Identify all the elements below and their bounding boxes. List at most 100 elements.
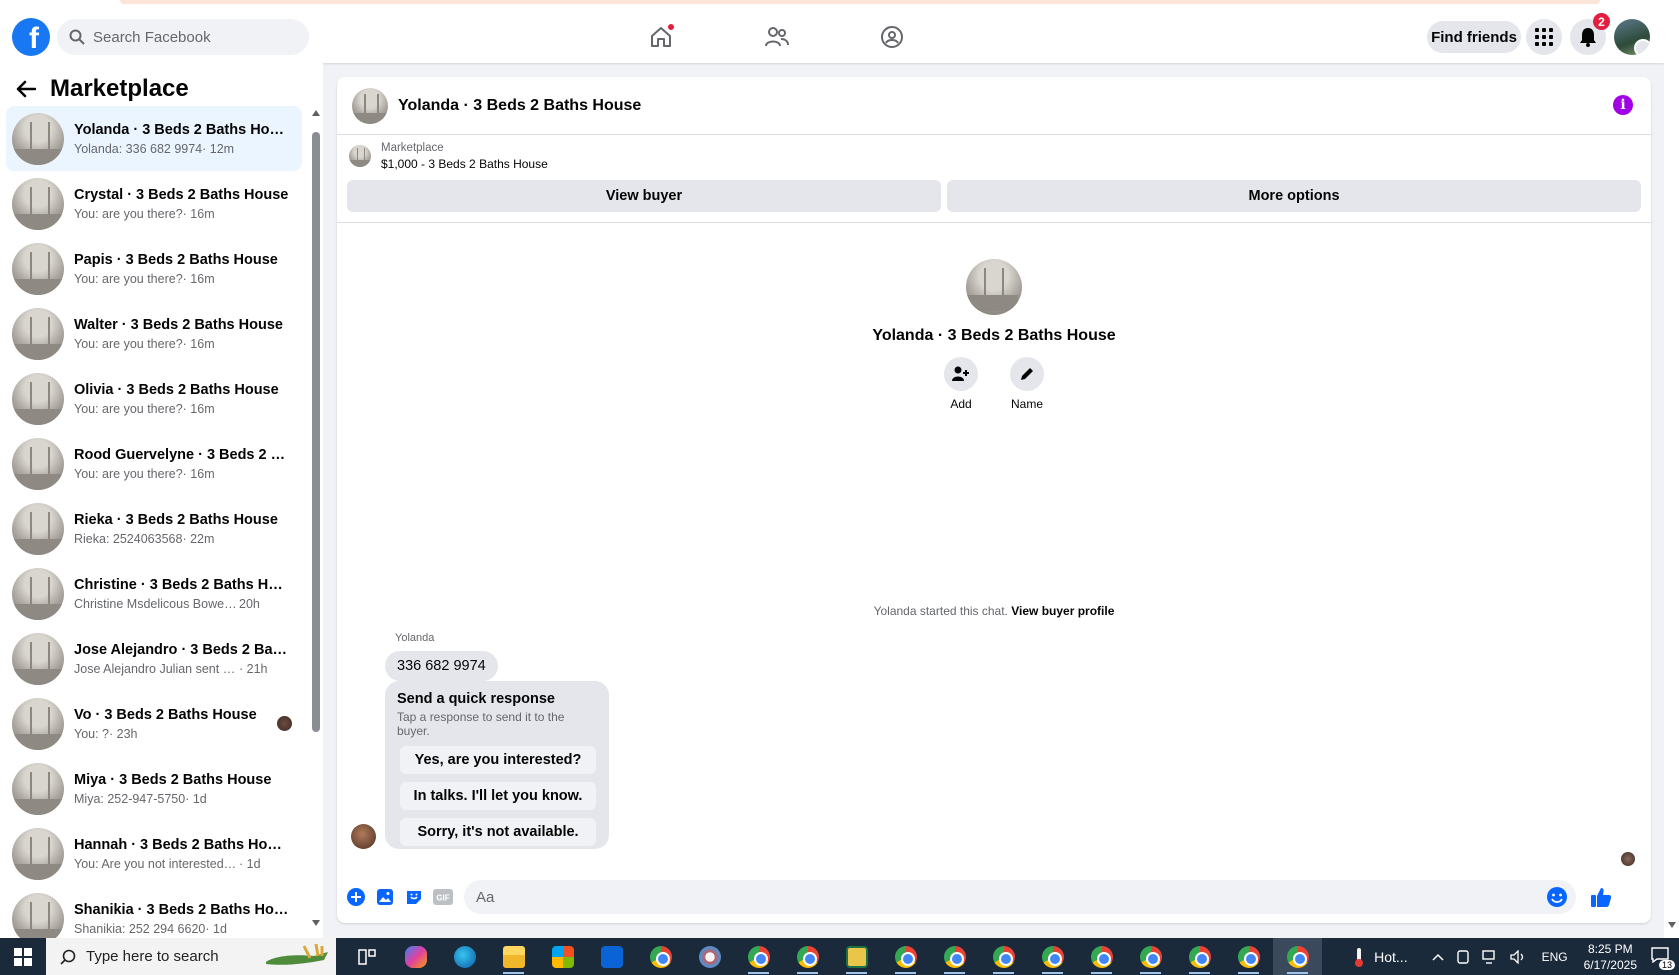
network-icon[interactable] xyxy=(1481,949,1498,964)
windows-start-icon[interactable] xyxy=(0,938,46,975)
chrome-profile-2-icon[interactable] xyxy=(783,938,832,975)
chrome-window-4-icon[interactable] xyxy=(1028,938,1077,975)
account-avatar[interactable] xyxy=(1614,19,1650,55)
thumbs-up-icon[interactable] xyxy=(1590,886,1612,908)
search-highlight-crocodile-icon xyxy=(266,944,328,965)
conversation-item[interactable]: Walter · 3 Beds 2 Baths House You: are yo… xyxy=(6,301,302,366)
outlook-icon[interactable] xyxy=(587,938,636,975)
windows-taskbar: Hot... ENG 8:25 PM 6/17/2025 13 xyxy=(0,938,1679,975)
plus-circle-icon[interactable] xyxy=(345,886,367,908)
conversation-item[interactable]: Rood Guervelyne · 3 Beds 2 Bat... You: ar… xyxy=(6,431,302,496)
clock[interactable]: 8:25 PM 6/17/2025 xyxy=(1584,941,1637,973)
scrollbar-thumb[interactable] xyxy=(312,132,320,732)
friends-icon[interactable] xyxy=(762,22,792,52)
chrome-window-6-icon[interactable] xyxy=(1126,938,1175,975)
listing-summary[interactable]: Marketplace $1,000 - 3 Beds 2 Baths Hous… xyxy=(349,142,548,171)
back-arrow-icon[interactable] xyxy=(16,80,36,98)
conversation-item[interactable]: Vo · 3 Beds 2 Baths House You: ? · 23h xyxy=(6,691,302,756)
conversation-name: Yolanda · 3 Beds 2 Baths House xyxy=(74,121,289,138)
scroll-up-arrow-icon[interactable] xyxy=(312,110,320,116)
volume-icon[interactable] xyxy=(1509,949,1526,964)
spreadsheet-icon[interactable] xyxy=(832,938,881,975)
conversation-item[interactable]: Rieka · 3 Beds 2 Baths House Rieka: 25240… xyxy=(6,496,302,561)
message-input[interactable] xyxy=(476,888,1476,906)
quick-reply-button[interactable]: In talks. I'll let you know. xyxy=(400,782,596,810)
chrome-window-5-icon[interactable] xyxy=(1077,938,1126,975)
find-friends-button[interactable]: Find friends xyxy=(1427,21,1521,53)
sender-avatar[interactable] xyxy=(351,824,376,849)
system-tray: Hot... ENG 8:25 PM 6/17/2025 13 xyxy=(1354,938,1679,975)
menu-grid-icon[interactable] xyxy=(1526,19,1562,55)
listing-small-thumbnail xyxy=(349,145,371,167)
conversation-item[interactable]: Jose Alejandro · 3 Beds 2 Baths ... Jose … xyxy=(6,626,302,691)
conversation-item[interactable]: Crystal · 3 Beds 2 Baths House You: are y… xyxy=(6,171,302,236)
taskbar-search-input[interactable] xyxy=(86,948,266,965)
facebook-header: f Find friends 2 xyxy=(0,10,1664,63)
language-indicator[interactable]: ENG xyxy=(1542,950,1568,964)
listing-thumbnail[interactable] xyxy=(352,87,388,124)
edit-name-button[interactable]: Name xyxy=(1009,357,1045,411)
edge-icon[interactable] xyxy=(440,938,489,975)
meet-now-icon[interactable] xyxy=(1456,949,1470,964)
conversation-item[interactable]: Miya · 3 Beds 2 Baths House Miya: 252-947… xyxy=(6,756,302,821)
microsoft-store-icon[interactable] xyxy=(538,938,587,975)
conversation-preview: You: ? xyxy=(74,726,109,741)
chrome-window-active-icon[interactable] xyxy=(1273,938,1322,975)
scroll-down-arrow-icon[interactable] xyxy=(312,920,320,926)
chat-started-text: Yolanda started this chat. xyxy=(873,604,1008,618)
taskbar-search-icon xyxy=(60,949,76,965)
search-input[interactable] xyxy=(93,28,293,46)
conversation-item[interactable]: Papis · 3 Beds 2 Baths House You: are you… xyxy=(6,236,302,301)
name-label: Name xyxy=(1010,397,1043,411)
paint-icon[interactable] xyxy=(685,938,734,975)
taskbar-search[interactable] xyxy=(46,938,336,975)
groups-icon[interactable] xyxy=(877,22,907,52)
conversation-item[interactable]: Olivia · 3 Beds 2 Baths House You: are yo… xyxy=(6,366,302,431)
conversation-item[interactable]: Christine · 3 Beds 2 Baths House Christin… xyxy=(6,561,302,626)
conversation-item[interactable]: Hannah · 3 Beds 2 Baths House You: Are yo… xyxy=(6,821,302,886)
chrome-icon[interactable] xyxy=(636,938,685,975)
task-view-icon[interactable] xyxy=(342,938,391,975)
conversation-scrollbar[interactable] xyxy=(311,108,321,928)
add-contact-button[interactable]: Add xyxy=(943,357,979,411)
chrome-profile-1-icon[interactable] xyxy=(734,938,783,975)
emoji-icon[interactable] xyxy=(1546,886,1568,908)
facebook-logo[interactable]: f xyxy=(12,18,50,56)
more-options-button[interactable]: More options xyxy=(947,180,1641,212)
info-icon[interactable]: i xyxy=(1613,95,1633,115)
conversation-preview: Jose Alejandro Julian sent you a ... xyxy=(74,661,239,676)
conversation-preview: Christine Msdelicous Bowers sent ... xyxy=(74,596,239,611)
conversation-thumbnail xyxy=(12,827,64,880)
weather-widget[interactable]: Hot... xyxy=(1354,947,1408,967)
page-scroll-down-icon[interactable] xyxy=(1668,922,1676,928)
chat-title[interactable]: Yolanda · 3 Beds 2 Baths House xyxy=(398,97,641,115)
message-input-box[interactable] xyxy=(464,880,1576,914)
search-box[interactable] xyxy=(57,19,309,55)
chrome-window-7-icon[interactable] xyxy=(1175,938,1224,975)
quick-reply-button[interactable]: Sorry, it's not available. xyxy=(400,818,596,846)
file-explorer-icon[interactable] xyxy=(489,938,538,975)
view-buyer-button[interactable]: View buyer xyxy=(347,180,941,212)
action-center-icon[interactable]: 13 xyxy=(1651,947,1675,970)
home-icon[interactable] xyxy=(646,22,676,52)
message-bubble[interactable]: 336 682 9974 xyxy=(385,651,498,681)
chevron-up-icon[interactable] xyxy=(1432,953,1444,961)
chrome-window-8-icon[interactable] xyxy=(1224,938,1273,975)
gif-icon[interactable]: GIF xyxy=(432,886,454,908)
page-scrollbar[interactable] xyxy=(1664,10,1679,938)
conversation-item[interactable]: Yolanda · 3 Beds 2 Baths House Yolanda: 3… xyxy=(6,106,302,171)
conversation-time: · 22m xyxy=(182,531,215,546)
chrome-window-1-icon[interactable] xyxy=(881,938,930,975)
clock-time: 8:25 PM xyxy=(1587,941,1633,956)
photo-icon[interactable] xyxy=(374,886,396,908)
taskbar-apps xyxy=(342,938,1322,975)
conversation-time: · 16m xyxy=(182,466,215,481)
quick-reply-button[interactable]: Yes, are you interested? xyxy=(400,746,596,774)
notifications-bell-icon[interactable]: 2 xyxy=(1570,13,1610,55)
sticker-icon[interactable] xyxy=(403,886,425,908)
view-buyer-profile-link[interactable]: View buyer profile xyxy=(1011,604,1114,618)
conversation-time: · 16m xyxy=(182,401,215,416)
copilot-icon[interactable] xyxy=(391,938,440,975)
chrome-window-3-icon[interactable] xyxy=(979,938,1028,975)
chrome-window-2-icon[interactable] xyxy=(930,938,979,975)
